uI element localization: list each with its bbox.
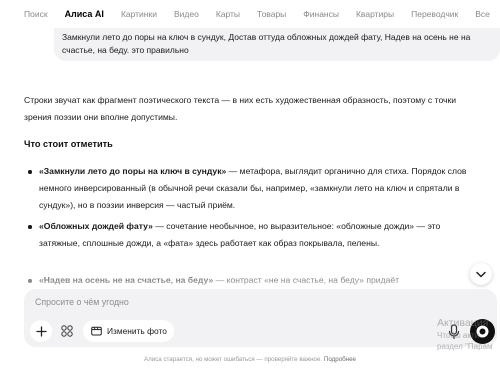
add-attachment-button[interactable]: [30, 320, 52, 342]
bullet-dot: [28, 225, 32, 229]
nav-tab-apartments[interactable]: Квартиры: [356, 9, 394, 19]
nav-tab-maps[interactable]: Карты: [216, 9, 240, 19]
chat-input[interactable]: [35, 297, 435, 307]
edit-photo-button[interactable]: Изменить фото: [83, 320, 174, 342]
answer-bullet: «Надев на осень не на счастье, на беду» …: [24, 272, 476, 289]
nav-tab-alice-ai[interactable]: Алиса AI: [65, 9, 104, 19]
bullet-dot: [28, 170, 32, 174]
bullet-text: — контраст «не на счастье, на беду» прид…: [213, 275, 400, 285]
answer-intro: Строки звучат как фрагмент поэтического …: [24, 95, 457, 122]
scroll-down-button[interactable]: [470, 263, 492, 285]
more-info-link[interactable]: Подробнее: [324, 356, 356, 363]
bullet-quote: «Надев на осень не на счастье, на беду»: [39, 275, 214, 285]
answer-bullet: «Обложных дождей фату» — сочетание необы…: [24, 218, 476, 252]
nav-tab-translator[interactable]: Переводчик: [411, 9, 458, 19]
nav-tab-all[interactable]: Все: [475, 9, 490, 19]
apps-button[interactable]: [56, 320, 78, 342]
activation-watermark-line: Чтобы акти: [437, 331, 480, 340]
answer-bullet: «Замкнули лето до поры на ключ в сундук»…: [24, 163, 476, 213]
answer-section-title: Что стоит отметить: [24, 139, 113, 149]
bullet-dot: [28, 279, 32, 283]
grid-icon: [61, 325, 73, 337]
chat-input-panel: Изменить фото: [24, 289, 497, 347]
chevron-down-icon: [476, 271, 486, 277]
activation-watermark-line: раздел "Парам: [437, 342, 493, 351]
nav-tab-images[interactable]: Картинки: [121, 9, 157, 19]
edit-photo-label: Изменить фото: [107, 326, 167, 336]
bullet-quote: «Замкнули лето до поры на ключ в сундук»: [39, 166, 227, 176]
nav-tab-search[interactable]: Поиск: [24, 9, 48, 19]
disclaimer: Алиса старается, но может ошибаться — пр…: [0, 356, 500, 363]
disclaimer-text: Алиса старается, но может ошибаться — пр…: [144, 356, 323, 363]
plus-icon: [35, 325, 47, 337]
activation-watermark-title: Активация: [437, 317, 489, 329]
image-edit-icon: [91, 326, 102, 336]
user-message-bubble: Замкнули лето до поры на ключ в сундук, …: [54, 28, 500, 61]
nav-tab-products[interactable]: Товары: [257, 9, 286, 19]
bullet-quote: «Обложных дождей фату»: [39, 221, 153, 231]
top-nav: Поиск Алиса AI Картинки Видео Карты Това…: [0, 0, 500, 28]
nav-tab-finance[interactable]: Финансы: [303, 9, 339, 19]
nav-tab-video[interactable]: Видео: [174, 9, 199, 19]
